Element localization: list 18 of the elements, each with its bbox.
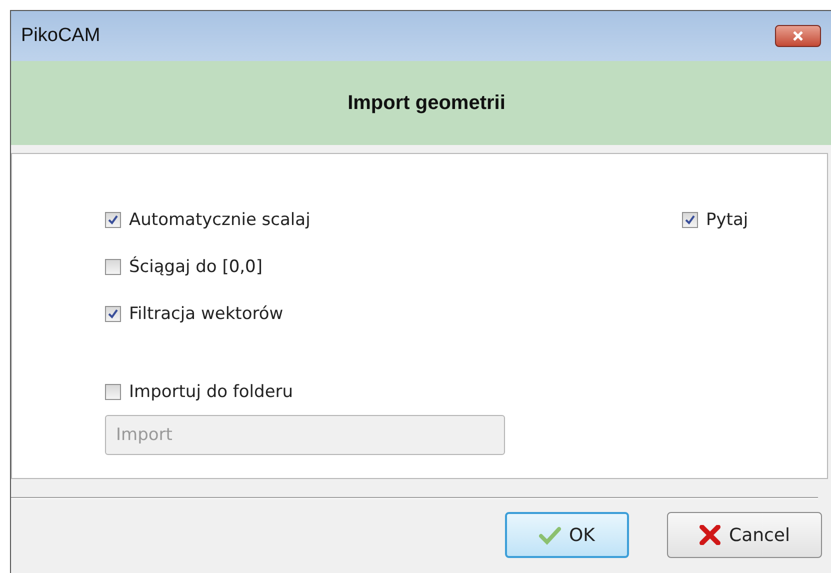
checkbox[interactable]	[105, 212, 121, 228]
checkbox-label: Ściągaj do [0,0]	[129, 256, 263, 276]
checkbox-label: Automatycznie scalaj	[129, 210, 310, 230]
close-icon	[792, 30, 804, 42]
checkbox[interactable]	[105, 306, 121, 322]
dialog-heading: Import geometrii	[348, 92, 506, 114]
close-button[interactable]	[775, 25, 821, 47]
checkbox[interactable]	[105, 384, 121, 400]
checkbox-label: Filtracja wektorów	[129, 304, 284, 324]
window-title: PikoCAM	[21, 25, 100, 47]
checkbox[interactable]	[682, 212, 698, 228]
cross-icon	[699, 525, 721, 545]
checkbox-label: Pytaj	[706, 210, 748, 230]
cancel-button[interactable]: Cancel	[667, 512, 822, 558]
ok-button[interactable]: OK	[505, 512, 629, 558]
checkbox-label: Importuj do folderu	[129, 382, 294, 402]
check-icon	[539, 525, 561, 545]
checkbox[interactable]	[105, 258, 121, 274]
